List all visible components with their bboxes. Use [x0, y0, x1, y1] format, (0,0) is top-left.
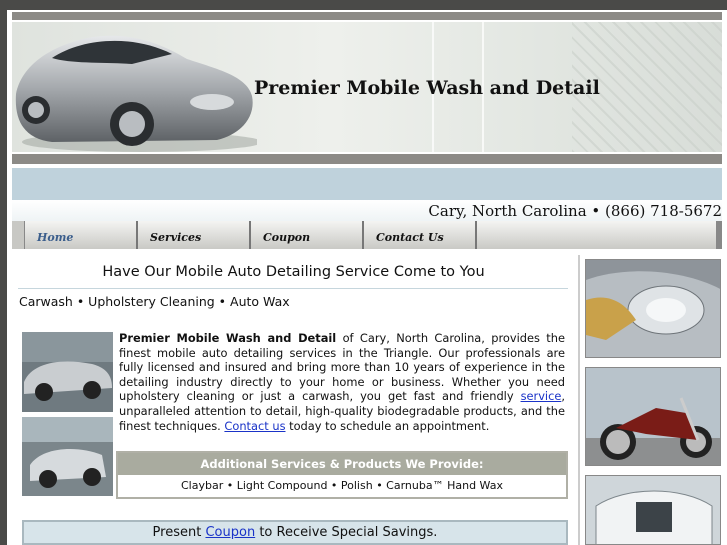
banner-divider	[12, 154, 722, 164]
nav-home[interactable]: Home	[25, 221, 138, 249]
contact-us-link[interactable]: Contact us	[224, 419, 285, 433]
additional-services-box: Additional Services & Products We Provid…	[116, 451, 568, 499]
site-title: Premier Mobile Wash and Detail	[254, 77, 600, 99]
sky-band	[12, 168, 722, 200]
page-headline: Have Our Mobile Auto Detailing Service C…	[102, 264, 485, 280]
intro-paragraph: Premier Mobile Wash and Detail of Cary, …	[119, 331, 565, 433]
car-photo	[15, 35, 257, 152]
nav-contact-us[interactable]: Contact Us	[364, 221, 477, 249]
headline-rule	[18, 288, 568, 289]
service-link[interactable]: service	[521, 389, 562, 403]
motorcycle-photo	[585, 367, 721, 466]
car-thumbnail-1	[22, 332, 113, 412]
nav-coupon[interactable]: Coupon	[251, 221, 364, 249]
services-subline: Carwash • Upholstery Cleaning • Auto Wax	[19, 294, 290, 309]
additional-services-list: Claybar • Light Compound • Polish • Carn…	[181, 479, 503, 492]
car-thumbnail-2	[22, 417, 113, 496]
main-content: Have Our Mobile Auto Detailing Service C…	[12, 255, 575, 545]
main-nav: Home Services Coupon Contact Us	[12, 221, 722, 249]
coupon-link[interactable]: Coupon	[205, 525, 255, 540]
top-divider	[12, 12, 722, 20]
nav-services[interactable]: Services	[138, 221, 251, 249]
headlight-photo	[585, 259, 721, 358]
additional-services-heading: Additional Services & Products We Provid…	[118, 453, 566, 475]
boat-photo	[585, 475, 721, 545]
location-phone: Cary, North Carolina • (866) 718-5672	[428, 202, 722, 220]
business-name: Premier Mobile Wash and Detail	[119, 331, 337, 345]
contact-row: Cary, North Carolina • (866) 718-5672	[12, 200, 722, 222]
column-divider	[578, 255, 580, 545]
header-banner: Premier Mobile Wash and Detail	[12, 22, 722, 152]
coupon-banner: Present Coupon to Receive Special Saving…	[22, 520, 568, 545]
